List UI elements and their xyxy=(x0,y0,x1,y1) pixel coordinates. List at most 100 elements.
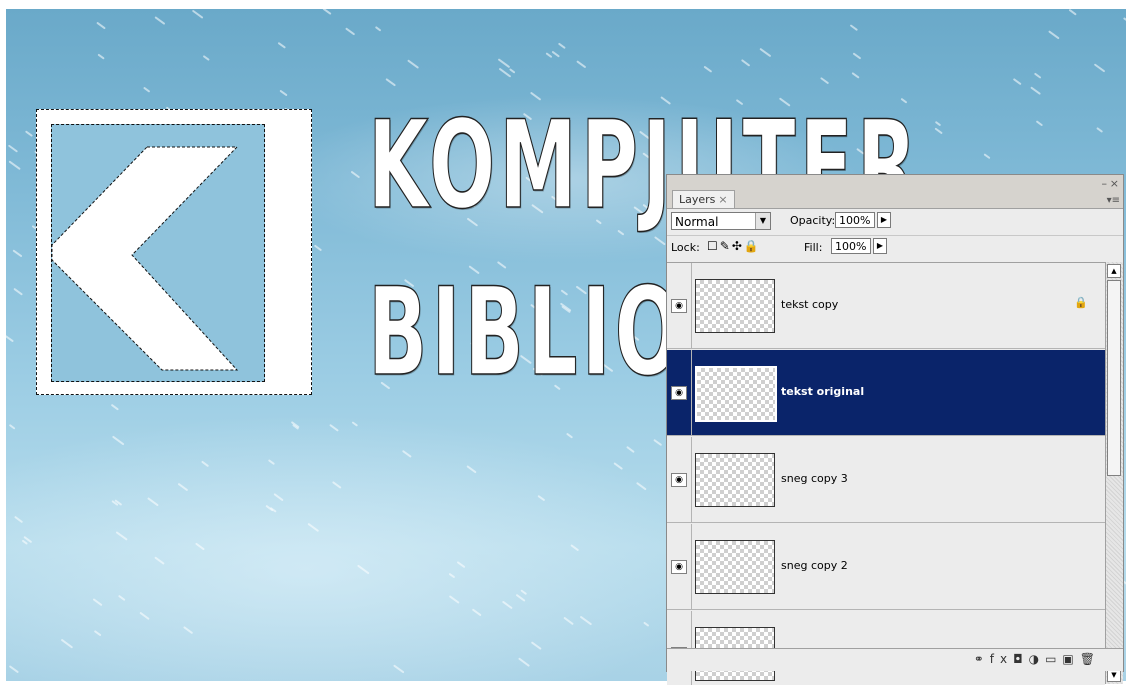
panel-footer: ⚭fx◘◑▭▣🗑 xyxy=(667,648,1123,671)
snow-streak xyxy=(570,544,579,551)
snow-streak xyxy=(580,616,592,626)
snow-streak xyxy=(314,244,322,251)
lock-icon: 🔒 xyxy=(1074,296,1088,309)
snow-streak xyxy=(1048,30,1060,40)
scroll-thumb[interactable] xyxy=(1107,280,1121,476)
snow-streak xyxy=(851,72,860,79)
tab-layers[interactable]: Layers × xyxy=(672,190,735,209)
eye-icon[interactable]: ◉ xyxy=(671,386,687,400)
layer-row[interactable]: ◉ tekst copy 🔒 xyxy=(667,263,1105,349)
snow-streak xyxy=(345,27,355,36)
snow-streak xyxy=(407,59,419,69)
snow-streak xyxy=(329,424,339,432)
layer-row[interactable]: ◉ sneg copy 3 xyxy=(667,437,1105,523)
logo-inner-frame xyxy=(51,124,265,382)
opacity-label: Opacity: xyxy=(790,214,836,227)
mask-icon[interactable]: ◘ xyxy=(1013,652,1029,666)
fill-input[interactable]: 100% xyxy=(831,238,871,254)
snow-streak xyxy=(279,90,288,96)
snow-streak xyxy=(25,130,33,137)
visibility-cell[interactable]: ◉ xyxy=(667,350,692,435)
snow-streak xyxy=(626,446,635,453)
snow-streak xyxy=(8,160,21,170)
snow-streak xyxy=(192,9,204,19)
eye-icon[interactable]: ◉ xyxy=(671,560,687,574)
eye-icon[interactable]: ◉ xyxy=(671,473,687,487)
snow-streak xyxy=(1034,72,1042,79)
snow-streak xyxy=(1036,120,1043,127)
snow-streak xyxy=(934,127,943,134)
layers-scrollbar[interactable]: ▲ ▼ xyxy=(1105,262,1123,684)
lock-options-icons[interactable]: ☐✎✣🔒 xyxy=(707,239,761,253)
snow-streak xyxy=(558,42,566,49)
toolbar-divider xyxy=(667,235,1123,236)
snow-streak xyxy=(13,288,23,296)
snow-streak xyxy=(520,589,527,595)
layer-name[interactable]: sneg copy 3 xyxy=(781,472,848,485)
snow-streak xyxy=(177,483,188,491)
snow-streak xyxy=(147,497,159,507)
snow-streak xyxy=(115,531,128,541)
snow-streak xyxy=(97,53,105,60)
visibility-cell[interactable]: ◉ xyxy=(667,437,692,522)
fill-slider-arrow-icon[interactable]: ▶ xyxy=(873,238,887,254)
snow-streak xyxy=(1096,127,1103,133)
title-word-line2: BIBLIO xyxy=(368,263,685,404)
snow-streak xyxy=(118,595,126,601)
layer-row[interactable]: ◉ sneg copy 2 xyxy=(667,524,1105,610)
visibility-cell[interactable]: ◉ xyxy=(667,524,692,609)
snow-streak xyxy=(456,561,466,568)
panel-menu-icon[interactable]: ▾≡ xyxy=(1107,195,1120,206)
chevron-down-icon[interactable]: ▼ xyxy=(755,213,770,229)
blend-mode-value: Normal xyxy=(675,215,719,229)
snow-streak xyxy=(643,621,649,627)
new-layer-icon[interactable]: ▣ xyxy=(1062,652,1079,666)
snow-streak xyxy=(653,439,662,446)
snow-streak xyxy=(537,495,545,501)
layer-thumbnail[interactable] xyxy=(695,366,777,422)
link-icon[interactable]: ⚭ xyxy=(974,652,990,666)
opacity-input[interactable]: 100% xyxy=(835,212,875,228)
layers-list: ◉ tekst copy 🔒 ◉ tekst original ◉ sneg copy 3 ◉… xyxy=(667,262,1105,685)
snow-streak xyxy=(518,657,530,667)
opacity-slider-arrow-icon[interactable]: ▶ xyxy=(877,212,891,228)
snow-streak xyxy=(385,78,396,87)
blend-mode-select[interactable]: Normal ▼ xyxy=(671,212,771,230)
group-icon[interactable]: ▭ xyxy=(1045,652,1062,666)
layer-thumbnail[interactable] xyxy=(695,540,775,594)
panel-body: Normal ▼ Opacity: 100% ▶ Lock: ☐✎✣🔒 Fill… xyxy=(667,208,1123,685)
snow-streak xyxy=(449,595,460,604)
layer-name[interactable]: sneg copy 2 xyxy=(781,559,848,572)
snow-streak xyxy=(154,16,166,25)
footer-icon-bar: ⚭fx◘◑▭▣🗑 xyxy=(974,652,1101,666)
snow-streak xyxy=(566,433,573,439)
scroll-up-icon[interactable]: ▲ xyxy=(1107,264,1121,278)
visibility-cell[interactable]: ◉ xyxy=(667,263,692,348)
snow-streak xyxy=(498,58,510,68)
snow-streak xyxy=(1123,17,1126,21)
layer-thumbnail[interactable] xyxy=(695,279,775,333)
panel-minimize-button[interactable]: – xyxy=(1102,177,1108,190)
lock-label: Lock: xyxy=(671,241,700,254)
snow-streak xyxy=(636,482,647,491)
tab-close-icon[interactable]: × xyxy=(718,193,727,206)
layer-row[interactable]: ◉ tekst original xyxy=(667,350,1105,436)
snow-streak xyxy=(96,22,106,30)
adjustment-icon[interactable]: ◑ xyxy=(1029,652,1045,666)
fx-icon[interactable]: fx xyxy=(990,652,1013,666)
snow-streak xyxy=(1030,86,1041,95)
layer-name[interactable]: tekst copy xyxy=(781,298,838,311)
eye-icon[interactable]: ◉ xyxy=(671,299,687,313)
snow-streak xyxy=(61,639,73,649)
layer-name[interactable]: tekst original xyxy=(781,385,864,398)
logo-k-shape xyxy=(52,146,239,371)
snow-streak xyxy=(466,465,477,474)
layer-thumbnail[interactable] xyxy=(695,453,775,507)
panel-header[interactable] xyxy=(667,175,1123,193)
snow-streak xyxy=(332,481,342,489)
snow-streak xyxy=(576,60,586,68)
snow-streak xyxy=(183,626,193,634)
snow-streak xyxy=(94,630,102,636)
panel-close-button[interactable]: × xyxy=(1110,177,1119,190)
trash-icon[interactable]: 🗑 xyxy=(1080,652,1101,666)
